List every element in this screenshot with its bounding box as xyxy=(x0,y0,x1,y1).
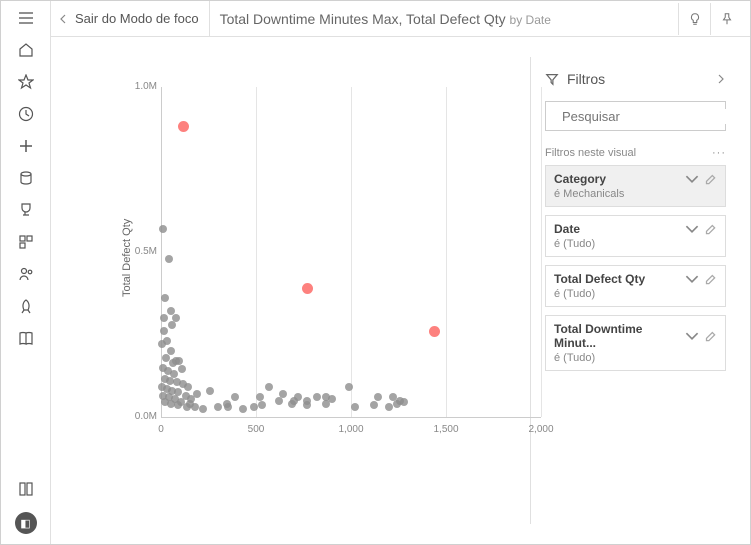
page-title: Total Downtime Minutes Max, Total Defect… xyxy=(220,11,551,27)
data-point[interactable] xyxy=(328,395,336,403)
data-point[interactable] xyxy=(400,398,408,406)
home-icon[interactable] xyxy=(17,41,35,59)
rocket-icon[interactable] xyxy=(17,297,35,315)
back-button[interactable]: Sair do Modo de foco xyxy=(59,1,210,36)
data-point[interactable] xyxy=(184,383,192,391)
filter-name: Date xyxy=(554,222,681,236)
data-point[interactable] xyxy=(303,397,311,405)
data-point[interactable] xyxy=(178,121,189,132)
filter-value: é Mechanicals xyxy=(554,188,717,200)
filter-icon xyxy=(545,72,559,86)
y-tick: 0.5M xyxy=(121,246,157,257)
data-point[interactable] xyxy=(313,393,321,401)
data-point[interactable] xyxy=(167,347,175,355)
data-point[interactable] xyxy=(172,314,180,322)
workspace-icon[interactable] xyxy=(17,480,35,498)
chevron-down-icon[interactable] xyxy=(685,172,699,186)
filter-card[interactable]: Total Defect Qty é (Tudo) xyxy=(545,265,726,307)
chevron-down-icon[interactable] xyxy=(685,222,699,236)
data-point[interactable] xyxy=(258,401,266,409)
search-field[interactable] xyxy=(562,109,738,124)
data-point[interactable] xyxy=(206,387,214,395)
data-point[interactable] xyxy=(370,401,378,409)
lightbulb-icon[interactable] xyxy=(678,3,710,35)
filter-value: é (Tudo) xyxy=(554,352,717,364)
data-point[interactable] xyxy=(161,294,169,302)
data-point[interactable] xyxy=(231,393,239,401)
filter-card[interactable]: Category é Mechanicals xyxy=(545,165,726,207)
filter-value: é (Tudo) xyxy=(554,238,717,250)
x-tick: 0 xyxy=(158,424,164,435)
plus-icon[interactable] xyxy=(17,137,35,155)
x-tick: 1,000 xyxy=(338,424,363,435)
back-label: Sair do Modo de foco xyxy=(75,11,199,26)
trophy-icon[interactable] xyxy=(17,201,35,219)
eraser-icon[interactable] xyxy=(703,172,717,186)
chevron-right-icon[interactable] xyxy=(716,74,726,84)
left-sidebar: ◧ xyxy=(1,1,51,544)
data-point[interactable] xyxy=(191,403,199,411)
data-point[interactable] xyxy=(374,393,382,401)
chevron-down-icon[interactable] xyxy=(685,272,699,286)
data-point[interactable] xyxy=(178,365,186,373)
data-point[interactable] xyxy=(165,255,173,263)
data-point[interactable] xyxy=(159,225,167,233)
x-tick: 500 xyxy=(248,424,265,435)
topbar: Sair do Modo de foco Total Downtime Minu… xyxy=(51,1,750,37)
filters-title: Filtros xyxy=(567,71,605,87)
chevron-down-icon[interactable] xyxy=(685,329,699,343)
filter-value: é (Tudo) xyxy=(554,288,717,300)
data-point[interactable] xyxy=(163,337,171,345)
x-tick: 1,500 xyxy=(433,424,458,435)
chart-area: Total Defect Qty 05001,0001,5002,0000.0M… xyxy=(51,37,530,544)
data-point[interactable] xyxy=(199,405,207,413)
filter-name: Category xyxy=(554,172,681,186)
badge-icon[interactable]: ◧ xyxy=(15,512,37,534)
filter-card[interactable]: Total Downtime Minut... é (Tudo) xyxy=(545,315,726,371)
data-point[interactable] xyxy=(302,283,313,294)
eraser-icon[interactable] xyxy=(703,329,717,343)
data-point[interactable] xyxy=(160,314,168,322)
filters-pane: Filtros Filtros neste visual ··· Categor… xyxy=(530,57,740,524)
apps-icon[interactable] xyxy=(17,233,35,251)
y-axis-label: Total Defect Qty xyxy=(121,219,133,297)
data-point[interactable] xyxy=(294,393,302,401)
pin-icon[interactable] xyxy=(710,3,742,35)
eraser-icon[interactable] xyxy=(703,222,717,236)
data-point[interactable] xyxy=(175,357,183,365)
y-tick: 1.0M xyxy=(121,81,157,92)
filter-card[interactable]: Date é (Tudo) xyxy=(545,215,726,257)
menu-icon[interactable] xyxy=(17,9,35,27)
data-point[interactable] xyxy=(223,400,231,408)
data-point[interactable] xyxy=(351,403,359,411)
data-point[interactable] xyxy=(174,401,182,409)
filters-section-label: Filtros neste visual xyxy=(545,147,636,159)
more-icon[interactable]: ··· xyxy=(712,147,726,159)
data-point[interactable] xyxy=(256,393,264,401)
data-point[interactable] xyxy=(183,403,191,411)
data-point[interactable] xyxy=(429,326,440,337)
data-point[interactable] xyxy=(385,403,393,411)
y-tick: 0.0M xyxy=(121,411,157,422)
search-input[interactable] xyxy=(545,101,726,131)
people-icon[interactable] xyxy=(17,265,35,283)
filter-name: Total Defect Qty xyxy=(554,272,681,286)
data-point[interactable] xyxy=(160,327,168,335)
database-icon[interactable] xyxy=(17,169,35,187)
data-point[interactable] xyxy=(279,390,287,398)
data-point[interactable] xyxy=(214,403,222,411)
filter-name: Total Downtime Minut... xyxy=(554,322,681,350)
data-point[interactable] xyxy=(193,390,201,398)
scatter-chart[interactable]: 05001,0001,5002,0000.0M0.5M1.0M xyxy=(161,87,541,447)
data-point[interactable] xyxy=(265,383,273,391)
x-tick: 2,000 xyxy=(528,424,553,435)
clock-icon[interactable] xyxy=(17,105,35,123)
star-icon[interactable] xyxy=(17,73,35,91)
data-point[interactable] xyxy=(239,405,247,413)
book-icon[interactable] xyxy=(17,329,35,347)
eraser-icon[interactable] xyxy=(703,272,717,286)
